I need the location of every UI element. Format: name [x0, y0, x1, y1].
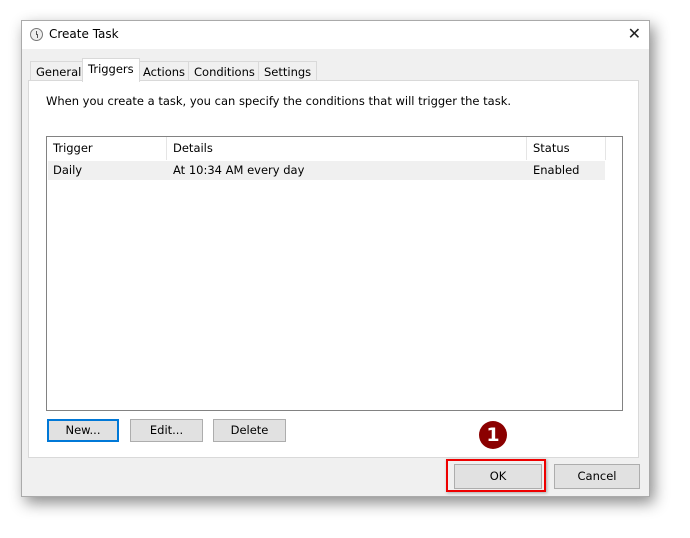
triggers-panel: When you create a task, you can specify …: [28, 80, 639, 458]
create-task-dialog: Create Task ✕ General Triggers Actions C…: [21, 20, 650, 497]
tab-conditions[interactable]: Conditions: [188, 61, 261, 81]
details-cell: At 10:34 AM every day: [173, 163, 305, 177]
status-cell: Enabled: [533, 163, 580, 177]
window-title: Create Task: [49, 27, 119, 41]
triggers-list[interactable]: Trigger Details Status Daily At 10:34 AM…: [46, 136, 623, 411]
clock-icon: [30, 28, 43, 41]
delete-button[interactable]: Delete: [213, 419, 286, 442]
trigger-cell: Daily: [53, 163, 83, 177]
description: When you create a task, you can specify …: [46, 94, 512, 108]
tab-actions[interactable]: Actions: [137, 61, 192, 81]
new-button[interactable]: New...: [47, 419, 119, 442]
tab-triggers[interactable]: Triggers: [82, 58, 140, 82]
column-header-trigger[interactable]: Trigger: [47, 137, 167, 160]
table-row[interactable]: Daily At 10:34 AM every day Enabled: [48, 161, 605, 180]
ok-highlight-box: [446, 459, 546, 492]
column-header-details[interactable]: Details: [167, 137, 527, 160]
step-badge: 1: [479, 421, 507, 449]
column-header-status[interactable]: Status: [527, 137, 606, 160]
close-icon[interactable]: ✕: [628, 24, 641, 43]
cancel-button[interactable]: Cancel: [554, 464, 640, 489]
tab-settings[interactable]: Settings: [258, 61, 318, 81]
edit-button[interactable]: Edit...: [130, 419, 203, 442]
title-bar: Create Task ✕: [22, 21, 649, 49]
tab-general[interactable]: General: [30, 61, 88, 81]
